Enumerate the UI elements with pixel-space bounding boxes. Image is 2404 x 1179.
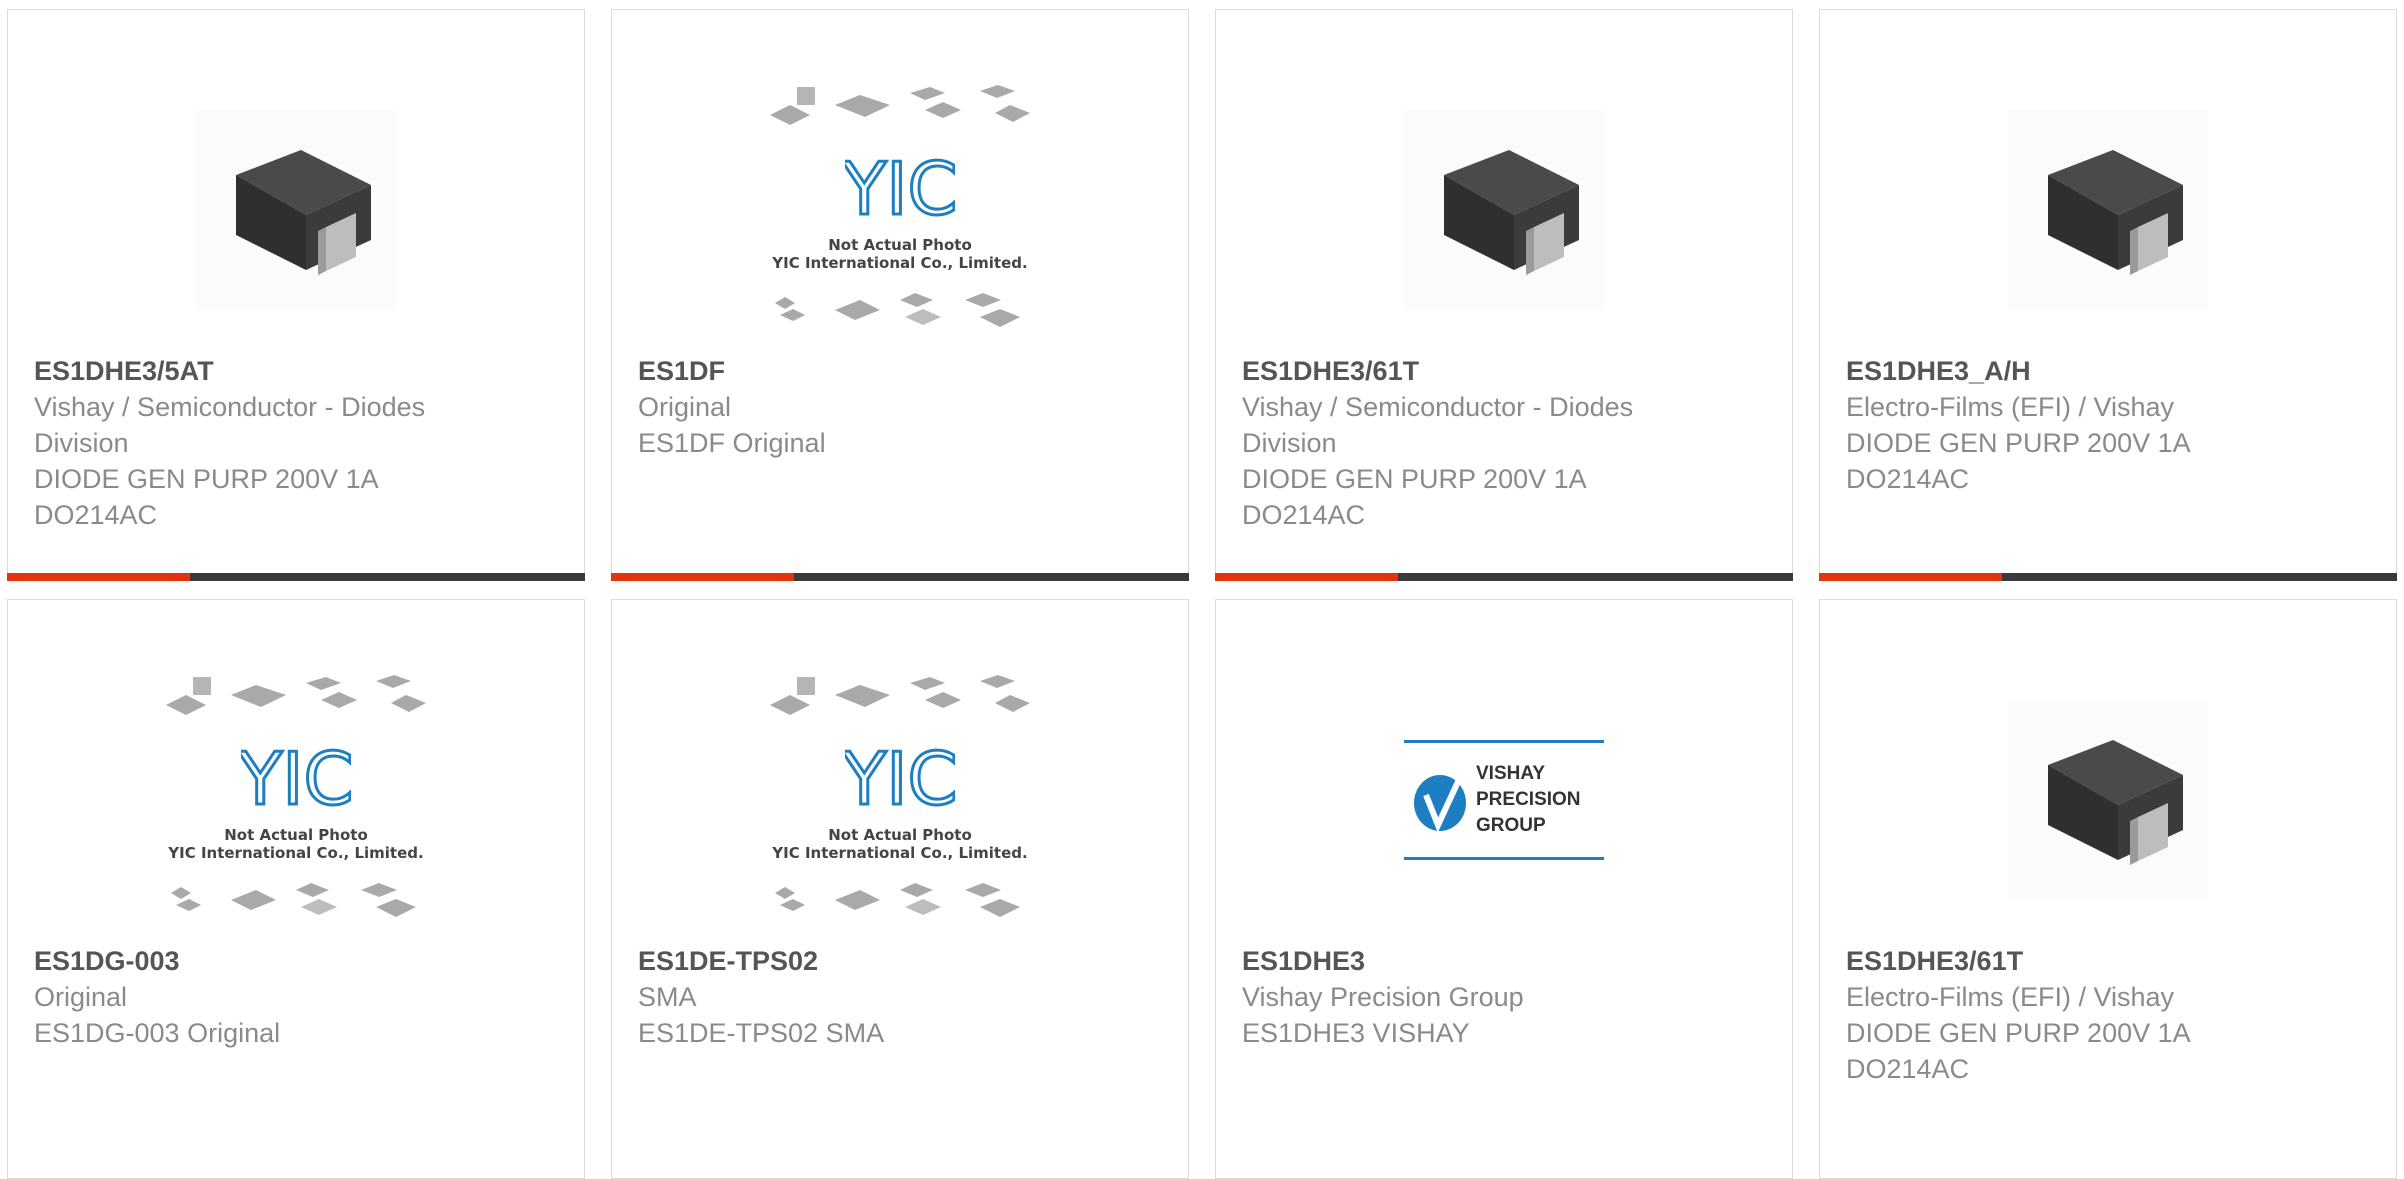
placeholder-caption: Not Actual Photo YIC International Co., L… bbox=[168, 826, 424, 863]
product-detail-line: Original bbox=[638, 392, 732, 422]
product-card[interactable]: ES1DHE3_A/H Electro-Films (EFI) / Vishay D… bbox=[1819, 9, 2397, 581]
product-detail-line: DIODE GEN PURP 200V 1A bbox=[1242, 464, 1587, 494]
product-card[interactable]: YIC Not Actual Photo YIC International Co.… bbox=[611, 9, 1189, 581]
vishay-precision-logo: VISHAY PRECISION GROUP bbox=[1404, 740, 1604, 860]
yic-logo-icon: YIC bbox=[845, 738, 955, 814]
not-actual-photo-placeholder: YIC Not Actual Photo YIC International Co.… bbox=[765, 675, 1035, 925]
product-card[interactable]: ES1DHE3/61T Vishay / Semiconductor - Diod… bbox=[1215, 9, 1793, 581]
product-info: ES1DE-TPS02 SMA ES1DE-TPS02 SMA bbox=[638, 943, 1162, 1051]
product-info: ES1DHE3/61T Electro-Films (EFI) / Vishay D… bbox=[1846, 943, 2370, 1087]
product-card[interactable]: YIC Not Actual Photo YIC International Co.… bbox=[7, 599, 585, 1179]
card-bottom-bar bbox=[7, 573, 585, 581]
chip-collage-icon bbox=[171, 882, 416, 917]
product-detail-line: ES1DG-003 Original bbox=[34, 1018, 281, 1048]
product-detail-line: ES1DE-TPS02 SMA bbox=[638, 1018, 885, 1048]
svg-text:YIC: YIC bbox=[845, 738, 955, 814]
card-accent bbox=[1819, 573, 2002, 581]
part-number[interactable]: ES1DHE3_A/H bbox=[1846, 353, 2370, 389]
product-info: ES1DHE3_A/H Electro-Films (EFI) / Vishay D… bbox=[1846, 353, 2370, 497]
vpg-mark-icon bbox=[1414, 771, 1466, 833]
card-bottom-bar bbox=[1215, 573, 1793, 581]
product-image: YIC Not Actual Photo YIC International Co.… bbox=[612, 70, 1188, 350]
not-actual-photo-placeholder: YIC Not Actual Photo YIC International Co.… bbox=[161, 675, 431, 925]
product-detail-line: SMA bbox=[638, 982, 697, 1012]
product-info: ES1DHE3 Vishay Precision Group ES1DHE3 VIS… bbox=[1242, 943, 1766, 1051]
product-image bbox=[1216, 70, 1792, 350]
product-grid: ES1DHE3/5AT Vishay / Semiconductor - Diod… bbox=[0, 0, 2404, 1179]
product-detail-line: Vishay / Semiconductor - Diodes bbox=[1242, 392, 1634, 422]
chip-collage-icon bbox=[166, 675, 426, 715]
card-accent bbox=[1215, 573, 1398, 581]
part-number[interactable]: ES1DE-TPS02 bbox=[638, 943, 1162, 979]
product-card[interactable]: YIC Not Actual Photo YIC International Co.… bbox=[611, 599, 1189, 1179]
part-number[interactable]: ES1DHE3/5AT bbox=[34, 353, 558, 389]
product-image: YIC Not Actual Photo YIC International Co.… bbox=[8, 660, 584, 940]
chip-collage-icon bbox=[775, 882, 1020, 917]
card-accent bbox=[611, 573, 794, 581]
diode-package-icon bbox=[1404, 110, 1604, 310]
product-detail-line: ES1DHE3 VISHAY bbox=[1242, 1018, 1470, 1048]
product-detail-line: Vishay Precision Group bbox=[1242, 982, 1524, 1012]
product-info: ES1DHE3/61T Vishay / Semiconductor - Diod… bbox=[1242, 353, 1766, 533]
diode-package-icon bbox=[2008, 110, 2208, 310]
product-info: ES1DG-003 Original ES1DG-003 Original bbox=[34, 943, 558, 1051]
svg-text:YIC: YIC bbox=[241, 738, 351, 814]
diode-package-icon bbox=[196, 110, 396, 310]
product-image: YIC Not Actual Photo YIC International Co.… bbox=[612, 660, 1188, 940]
product-detail-line: ES1DF Original bbox=[638, 428, 826, 458]
placeholder-caption: Not Actual Photo YIC International Co., L… bbox=[772, 826, 1028, 863]
product-info: ES1DF Original ES1DF Original bbox=[638, 353, 1162, 461]
product-detail-line: DO214AC bbox=[1846, 464, 1970, 494]
not-actual-photo-placeholder: YIC Not Actual Photo YIC International Co.… bbox=[765, 85, 1035, 335]
chip-collage-icon bbox=[770, 85, 1030, 125]
product-image bbox=[8, 70, 584, 350]
card-bottom-bar bbox=[611, 573, 1189, 581]
product-image bbox=[1820, 70, 2396, 350]
product-detail-line: DIODE GEN PURP 200V 1A bbox=[1846, 1018, 2191, 1048]
svg-text:YIC: YIC bbox=[845, 148, 955, 224]
chip-collage-icon bbox=[775, 292, 1020, 327]
part-number[interactable]: ES1DF bbox=[638, 353, 1162, 389]
yic-logo-icon: YIC bbox=[241, 738, 351, 814]
product-detail-line: DIODE GEN PURP 200V 1A bbox=[34, 464, 379, 494]
product-detail-line: Vishay / Semiconductor - Diodes bbox=[34, 392, 426, 422]
product-detail-line: Electro-Films (EFI) / Vishay bbox=[1846, 982, 2175, 1012]
product-detail-line: Division bbox=[1242, 428, 1337, 458]
product-card[interactable]: ES1DHE3/61T Electro-Films (EFI) / Vishay D… bbox=[1819, 599, 2397, 1179]
product-card[interactable]: ES1DHE3/5AT Vishay / Semiconductor - Diod… bbox=[7, 9, 585, 581]
product-image bbox=[1820, 660, 2396, 940]
product-detail-line: DO214AC bbox=[34, 500, 158, 530]
product-info: ES1DHE3/5AT Vishay / Semiconductor - Diod… bbox=[34, 353, 558, 533]
yic-logo-icon: YIC bbox=[845, 148, 955, 224]
product-detail-line: DO214AC bbox=[1846, 1054, 1970, 1084]
card-accent bbox=[7, 573, 190, 581]
product-detail-line: Electro-Films (EFI) / Vishay bbox=[1846, 392, 2175, 422]
product-card[interactable]: VISHAY PRECISION GROUP ES1DHE3 Vishay Preci… bbox=[1215, 599, 1793, 1179]
part-number[interactable]: ES1DHE3/61T bbox=[1846, 943, 2370, 979]
part-number[interactable]: ES1DHE3 bbox=[1242, 943, 1766, 979]
product-detail-line: DO214AC bbox=[1242, 500, 1366, 530]
placeholder-caption: Not Actual Photo YIC International Co., L… bbox=[772, 236, 1028, 273]
part-number[interactable]: ES1DHE3/61T bbox=[1242, 353, 1766, 389]
product-detail-line: Division bbox=[34, 428, 129, 458]
card-bottom-bar bbox=[1819, 573, 2397, 581]
product-detail-line: DIODE GEN PURP 200V 1A bbox=[1846, 428, 2191, 458]
product-detail-line: Original bbox=[34, 982, 128, 1012]
diode-package-icon bbox=[2008, 700, 2208, 900]
part-number[interactable]: ES1DG-003 bbox=[34, 943, 558, 979]
product-image: VISHAY PRECISION GROUP bbox=[1216, 660, 1792, 940]
chip-collage-icon bbox=[770, 675, 1030, 715]
